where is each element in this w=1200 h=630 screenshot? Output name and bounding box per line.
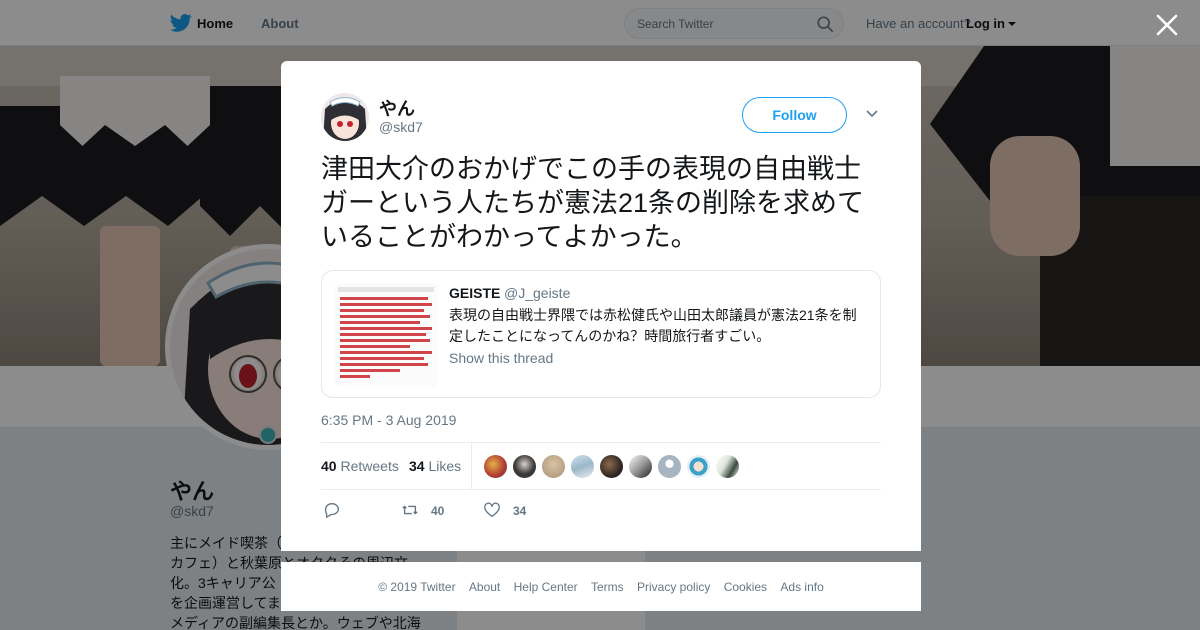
footer-link-about[interactable]: About (469, 580, 500, 594)
quoted-tweet[interactable]: GEISTE @J_geiste 表現の自由戦士界隈では赤松健氏や山田太郎議員が… (321, 270, 881, 398)
liker-avatar[interactable] (512, 454, 537, 479)
reply-button[interactable] (323, 501, 341, 521)
liker-avatar[interactable] (628, 454, 653, 479)
tweet-timestamp[interactable]: 6:35 PM - 3 Aug 2019 (321, 412, 456, 428)
author-name[interactable]: やん (379, 95, 415, 121)
liker-avatar[interactable] (570, 454, 595, 479)
stats-divider (471, 443, 472, 490)
footer: © 2019 Twitter About Help Center Terms P… (281, 562, 921, 611)
author-handle[interactable]: @skd7 (379, 119, 423, 135)
retweet-count: 40 (431, 504, 445, 518)
retweets-count: 40 (321, 458, 337, 474)
liker-avatar[interactable] (715, 454, 740, 479)
like-button[interactable]: 34 (483, 501, 543, 521)
footer-copyright: © 2019 Twitter (378, 580, 456, 594)
quoted-author-handle[interactable]: @J_geiste (504, 285, 570, 301)
retweets-label: Retweets (340, 458, 399, 474)
close-icon[interactable] (1154, 12, 1180, 38)
footer-links: © 2019 Twitter About Help Center Terms P… (281, 580, 921, 594)
avatar-illustration (321, 93, 369, 141)
show-thread-link[interactable]: Show this thread (449, 350, 553, 366)
tweet-stats: 40 Retweets 34 Likes (321, 442, 881, 490)
quoted-author-name[interactable]: GEISTE (449, 285, 500, 301)
footer-link-privacy[interactable]: Privacy policy (637, 580, 710, 594)
quoted-image-preview (334, 283, 438, 387)
footer-link-ads-info[interactable]: Ads info (780, 580, 823, 594)
retweet-icon (402, 505, 418, 515)
quoted-tweet-text: 表現の自由戦士界隈では赤松健氏や山田太郎議員が憲法21条を制定したことになってん… (449, 307, 857, 344)
footer-link-cookies[interactable]: Cookies (724, 580, 767, 594)
like-count: 34 (513, 504, 527, 518)
liker-avatar[interactable] (541, 454, 566, 479)
retweet-button[interactable]: 40 (401, 501, 461, 521)
quoted-tweet-image[interactable] (334, 283, 438, 387)
retweets-stat[interactable]: 40 Retweets (321, 458, 399, 474)
liker-avatar[interactable] (599, 454, 624, 479)
liker-avatar[interactable] (483, 454, 508, 479)
tweet-actions: 40 34 (321, 501, 881, 523)
liker-avatar[interactable] (686, 454, 711, 479)
heart-icon (484, 502, 500, 517)
chevron-down-icon[interactable] (865, 107, 879, 121)
author-avatar[interactable] (321, 93, 369, 141)
follow-button[interactable]: Follow (742, 97, 847, 133)
tweet-text: 津田大介のおかげでこの手の表現の自由戦士ガーという人たちが憲法21条の削除を求め… (321, 154, 865, 252)
likes-count: 34 (409, 458, 425, 474)
footer-link-terms[interactable]: Terms (591, 580, 624, 594)
likes-label: Likes (428, 458, 462, 474)
footer-link-help-center[interactable]: Help Center (514, 580, 578, 594)
liker-avatar[interactable] (657, 454, 682, 479)
tweet-modal: やん @skd7 Follow 津田大介のおかげでこの手の表現の自由戦士ガーとい… (281, 61, 921, 551)
likes-stat[interactable]: 34 Likes (409, 458, 461, 474)
reply-icon (324, 503, 339, 518)
